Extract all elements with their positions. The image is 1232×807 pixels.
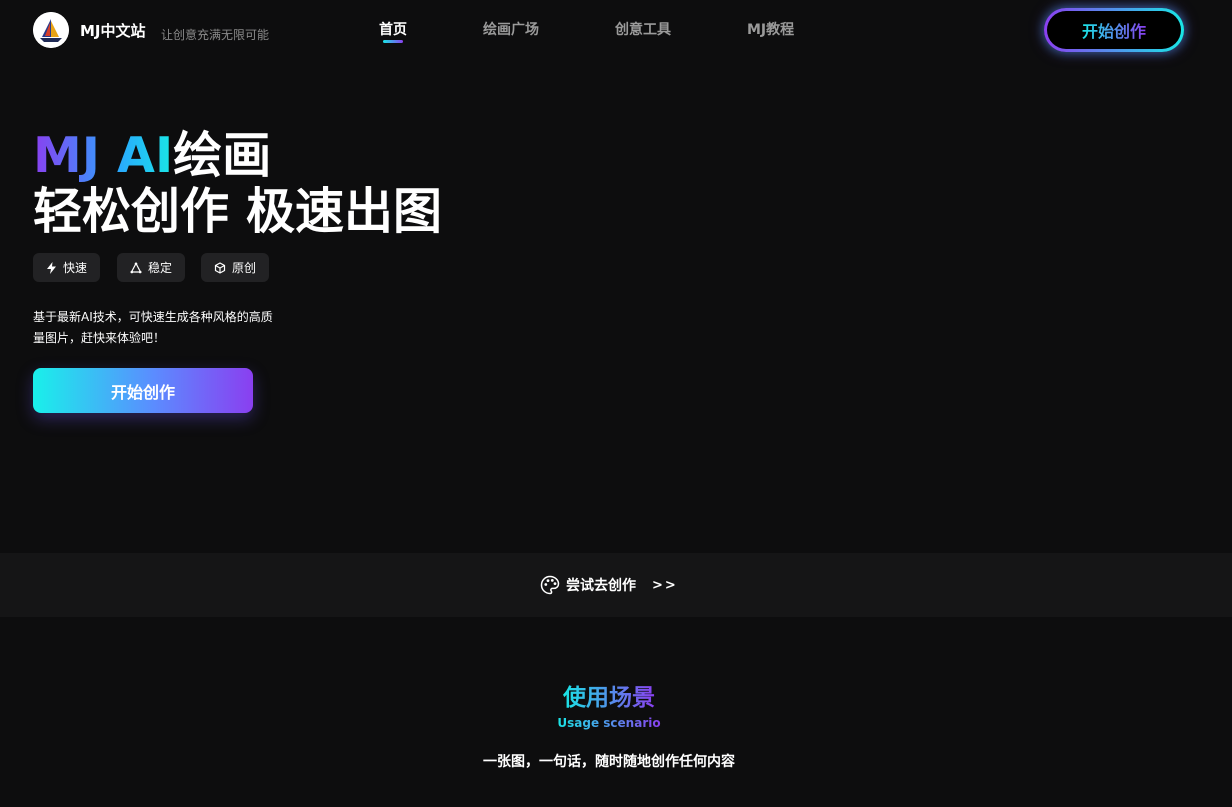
hero-start-create-button[interactable]: 开始创作 <box>33 368 253 413</box>
nav-item-tutorial[interactable]: MJ教程 <box>747 19 794 39</box>
nav-item-creative-tools[interactable]: 创意工具 <box>615 19 671 39</box>
nav-item-gallery[interactable]: 绘画广场 <box>483 19 539 39</box>
scenario-subtitle: Usage scenario <box>0 716 1218 730</box>
scenario-description: 一张图，一句话，随时随地创作任何内容 <box>483 754 735 770</box>
double-arrow-icon: >> <box>652 577 678 593</box>
hero-start-create-label: 开始创作 <box>110 382 175 402</box>
sailboat-logo-icon <box>33 12 69 48</box>
tag-stable-label: 稳定 <box>148 261 173 275</box>
cube-icon <box>214 261 226 274</box>
top-header: MJ中文站 让创意充满无限可能 首页 绘画广场 创意工具 MJ教程 开始创作 <box>0 0 1232 60</box>
hero-title-line1: MJ AI绘画 <box>33 128 271 184</box>
tag-original: 原创 <box>201 253 270 282</box>
header-start-create-label: 开始创作 <box>1082 18 1146 42</box>
palette-icon <box>540 575 560 595</box>
try-create-label: 尝试去创作 <box>566 578 636 594</box>
try-create-link[interactable]: 尝试去创作 >> <box>540 573 678 597</box>
hero-title-rest: 绘画 <box>173 127 272 184</box>
hero-description: 基于最新AI技术，可快速生成各种风格的高质量图片，赶快来体验吧！ <box>33 310 273 345</box>
tag-fast: 快速 <box>33 253 101 282</box>
tag-stable: 稳定 <box>117 253 186 282</box>
hero-title-highlight: MJ AI <box>33 127 174 184</box>
triangle-nodes-icon <box>130 261 142 273</box>
brand-name[interactable]: MJ中文站 <box>80 20 146 41</box>
tag-original-label: 原创 <box>232 261 257 275</box>
scenario-title: 使用场景 <box>0 678 1218 712</box>
header-start-create-button-inner: 开始创作 <box>1047 11 1181 49</box>
nav-item-home[interactable]: 首页 <box>379 19 407 39</box>
site-logo[interactable] <box>33 12 69 48</box>
bolt-icon <box>47 261 56 274</box>
hero-title-line2: 轻松创作 极速出图 <box>33 183 443 240</box>
scenario-title-text: 使用场景 <box>563 678 655 712</box>
try-create-strip: 尝试去创作 >> <box>0 553 1232 617</box>
scenario-subtitle-text: Usage scenario <box>557 716 661 730</box>
tag-fast-label: 快速 <box>63 261 88 275</box>
header-start-create-button[interactable]: 开始创作 <box>1044 8 1184 52</box>
brand-slogan: 让创意充满无限可能 <box>161 28 270 42</box>
nav-active-indicator <box>383 40 403 43</box>
